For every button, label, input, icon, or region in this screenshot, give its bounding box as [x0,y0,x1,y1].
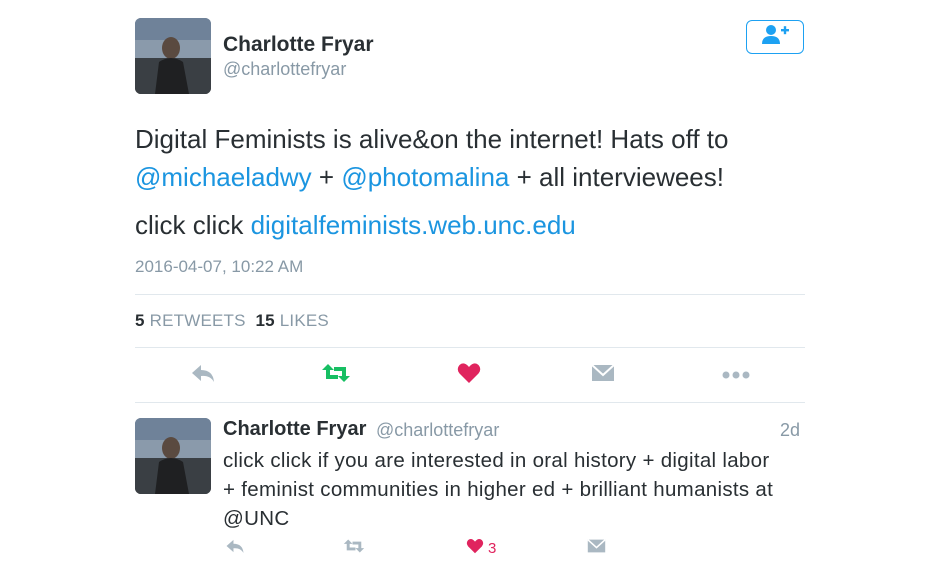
add-user-icon [760,24,790,51]
reply-icon [190,363,216,388]
likes-label[interactable]: LIKES [280,311,329,330]
divider [135,402,805,403]
reply-retweet-button[interactable] [340,537,368,559]
direct-message-button[interactable] [586,361,620,389]
reply-time[interactable]: 2d [780,420,800,441]
reply-text-line1: click click if you are interested in ora… [223,449,770,472]
tweet-connector: + [311,162,342,192]
retweet-icon [321,362,351,389]
reply-dm-button[interactable] [583,537,609,559]
reply-icon [225,538,245,559]
more-icon [722,366,750,384]
divider [135,347,805,348]
reply-reply-button[interactable] [222,537,248,559]
reply-author-handle[interactable]: @charlottefryar [376,420,499,441]
divider [135,294,805,295]
heart-icon [466,538,484,559]
envelope-icon [591,363,615,388]
reply-text-line2: + feminist communities in higher ed + br… [223,478,774,501]
reply-text-line3: @UNC [223,507,290,530]
author-handle[interactable]: @charlottefryar [223,59,346,80]
reply-like-button[interactable]: 3 [466,537,506,559]
reply-text: click click if you are interested in ora… [223,446,823,533]
envelope-icon [586,538,606,559]
reply-author-name[interactable]: Charlotte Fryar [223,418,366,441]
mention-photomalina[interactable]: @photomalina [341,162,509,192]
tweet-text-line2: @michaeladwy + @photomalina + all interv… [135,158,724,196]
more-options-button[interactable] [717,361,755,389]
reply-button[interactable] [186,361,220,389]
retweets-count[interactable]: 5 [135,311,145,330]
tweet-text-line2-rest: + all interviewees! [509,162,724,192]
retweet-icon [343,538,365,559]
tweet-text-line3: click click digitalfeminists.web.unc.edu [135,206,576,244]
retweet-button[interactable] [318,361,354,389]
retweets-label[interactable]: RETWEETS [150,311,246,330]
reply-avatar[interactable] [135,418,211,494]
heart-icon [457,362,481,389]
tweet-stats: 5 RETWEETS 15 LIKES [135,311,329,331]
tweet-timestamp[interactable]: 2016-04-07, 10:22 AM [135,257,303,277]
follow-button[interactable] [746,20,804,54]
author-avatar[interactable] [135,18,211,94]
reply-like-count: 3 [488,539,497,557]
tweet-text-click: click click [135,210,251,240]
tweet-text-line1: Digital Feminists is alive&on the intern… [135,124,729,154]
like-button[interactable] [452,361,486,389]
author-name[interactable]: Charlotte Fryar [223,33,374,57]
likes-count[interactable]: 15 [256,311,275,330]
mention-michaeladwy[interactable]: @michaeladwy [135,162,312,192]
tweet-link[interactable]: digitalfeminists.web.unc.edu [251,210,576,240]
